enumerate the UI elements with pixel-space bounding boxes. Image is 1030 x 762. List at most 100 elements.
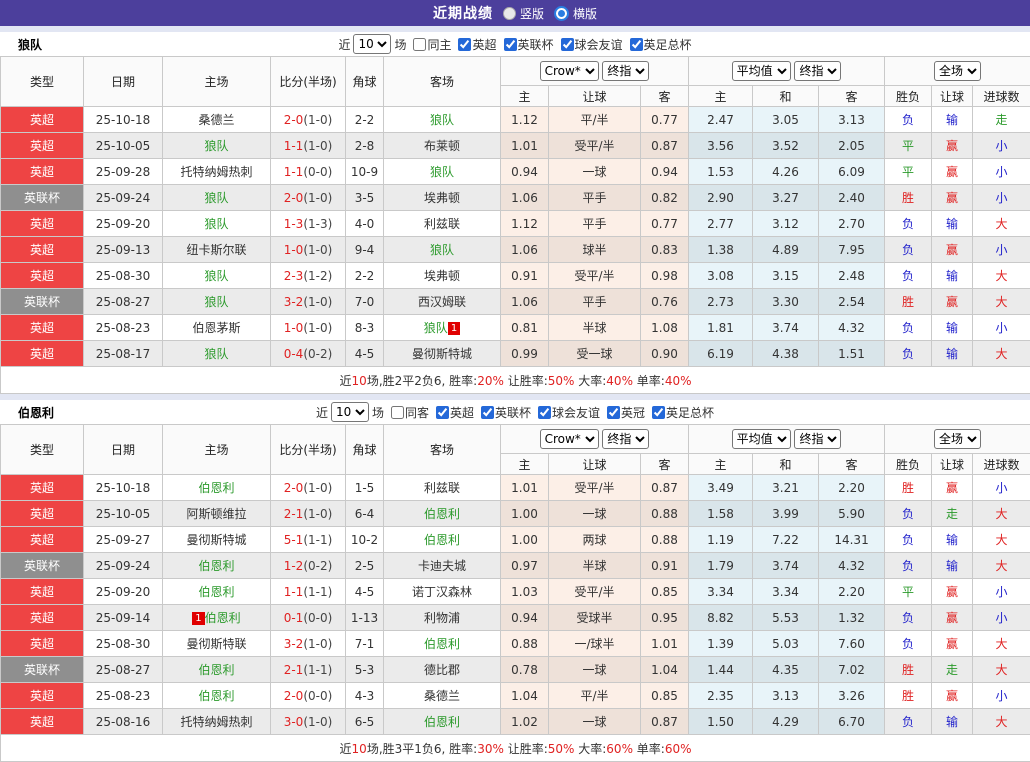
- same-venue-checkbox-label[interactable]: 同主: [409, 36, 451, 53]
- fulltime-score: 3-0: [284, 715, 304, 729]
- layout-radio-horizontal[interactable]: 横版: [554, 5, 597, 22]
- league-checkbox-1[interactable]: [481, 406, 494, 419]
- home-team-name[interactable]: 伯恩利: [198, 663, 234, 677]
- away-team-name[interactable]: 伯恩利: [424, 533, 460, 547]
- match-row: 英联杯25-08-27伯恩利2-1(1-1)5-3德比郡0.78一球1.041.…: [1, 657, 1030, 683]
- results-table: 类型日期主场比分(半场)角球客场Crow* 终指平均值 终指全场主让球客主和客胜…: [0, 424, 1030, 762]
- home-team-name[interactable]: 伯恩利: [198, 559, 234, 573]
- average-odds-cell: 7.02: [819, 657, 885, 683]
- away-team-name[interactable]: 狼队: [430, 243, 454, 257]
- crow-odds-cell: 0.94: [641, 159, 689, 185]
- home-team-name[interactable]: 伯恩利: [198, 689, 234, 703]
- score-cell: 1-2(0-2): [271, 553, 346, 579]
- league-checkbox-4[interactable]: [652, 406, 665, 419]
- average-odds-cell: 6.09: [819, 159, 885, 185]
- away-team-cell: 伯恩利: [384, 631, 501, 657]
- away-team-name[interactable]: 狼队: [430, 113, 454, 127]
- league-checkbox-0-label[interactable]: 英超: [454, 36, 496, 53]
- sub-col-header: 胜负: [885, 454, 932, 475]
- bookmaker-time-select[interactable]: 终指: [602, 61, 649, 81]
- league-checkbox-0-label[interactable]: 英超: [432, 404, 474, 421]
- fulltime-score: 3-2: [284, 295, 304, 309]
- league-checkbox-3-label[interactable]: 英足总杯: [626, 36, 692, 53]
- average-odds-cell: 3.74: [753, 553, 819, 579]
- league-checkbox-3[interactable]: [630, 38, 643, 51]
- home-team-name[interactable]: 伯恩利: [205, 611, 241, 625]
- scope-select[interactable]: 全场: [934, 429, 981, 449]
- match-row: 英超25-10-05阿斯顿维拉2-1(1-0)6-4伯恩利1.00一球0.881…: [1, 501, 1030, 527]
- result-cell: 走: [973, 107, 1030, 133]
- bookmaker-select[interactable]: Crow*: [540, 429, 599, 449]
- home-team-name[interactable]: 狼队: [204, 269, 228, 283]
- away-team-name[interactable]: 伯恩利: [424, 507, 460, 521]
- league-checkbox-1-label[interactable]: 英联杯: [500, 36, 554, 53]
- layout-radio-vertical[interactable]: 竖版: [503, 5, 544, 22]
- league-checkbox-1[interactable]: [504, 38, 517, 51]
- home-team-cell: 狼队: [163, 185, 271, 211]
- home-team-name[interactable]: 伯恩利: [198, 585, 234, 599]
- average-odds-cell: 2.70: [819, 211, 885, 237]
- near-label: 近: [338, 36, 350, 53]
- home-team-name[interactable]: 狼队: [204, 217, 228, 231]
- result-cell: 负: [885, 501, 932, 527]
- score-cell: 0-1(0-0): [271, 605, 346, 631]
- score-cell: 1-0(1-0): [271, 315, 346, 341]
- date-cell: 25-10-18: [84, 107, 163, 133]
- league-checkbox-2[interactable]: [561, 38, 574, 51]
- average-select[interactable]: 平均值: [732, 429, 791, 449]
- average-select[interactable]: 平均值: [732, 61, 791, 81]
- corner-cell: 2-2: [346, 107, 384, 133]
- home-team-name[interactable]: 狼队: [204, 295, 228, 309]
- league-checkbox-2[interactable]: [538, 406, 551, 419]
- league-type-cell: 英超: [1, 315, 84, 341]
- crow-odds-group: Crow* 终指: [501, 57, 689, 86]
- league-checkbox-0[interactable]: [436, 406, 449, 419]
- home-team-name[interactable]: 伯恩利: [198, 481, 234, 495]
- away-team-name[interactable]: 狼队: [430, 165, 454, 179]
- league-checkbox-3-text: 英足总杯: [644, 36, 692, 53]
- away-team-name[interactable]: 伯恩利: [424, 637, 460, 651]
- average-odds-cell: 6.19: [689, 341, 753, 367]
- header-row-groups: 类型日期主场比分(半场)角球客场Crow* 终指平均值 终指全场: [1, 425, 1030, 454]
- average-time-select[interactable]: 终指: [794, 429, 841, 449]
- bookmaker-select[interactable]: Crow*: [540, 61, 599, 81]
- crow-odds-cell: 1.01: [501, 475, 549, 501]
- same-venue-checkbox[interactable]: [391, 406, 404, 419]
- away-team-name[interactable]: 伯恩利: [424, 715, 460, 729]
- corner-cell: 2-2: [346, 263, 384, 289]
- home-team-name: 纽卡斯尔联: [186, 243, 246, 257]
- home-team-name[interactable]: 狼队: [204, 139, 228, 153]
- halftime-score: (1-0): [303, 715, 332, 729]
- home-team-cell: 伯恩利: [163, 579, 271, 605]
- away-team-name[interactable]: 狼队: [424, 321, 448, 335]
- same-venue-checkbox-label[interactable]: 同客: [387, 404, 429, 421]
- halftime-score: (1-0): [303, 243, 332, 257]
- home-team-name[interactable]: 狼队: [204, 191, 228, 205]
- crow-odds-cell: 球半: [549, 237, 641, 263]
- scope-select[interactable]: 全场: [934, 61, 981, 81]
- league-checkbox-4-label[interactable]: 英足总杯: [648, 404, 714, 421]
- same-venue-checkbox[interactable]: [413, 38, 426, 51]
- league-checkbox-2-label[interactable]: 球会友谊: [557, 36, 623, 53]
- league-checkbox-2-label[interactable]: 球会友谊: [534, 404, 600, 421]
- league-checkbox-0[interactable]: [458, 38, 471, 51]
- match-count-select[interactable]: 10: [331, 402, 369, 422]
- date-cell: 25-08-17: [84, 341, 163, 367]
- result-cell: 负: [885, 107, 932, 133]
- sub-col-header: 胜负: [885, 86, 932, 107]
- league-checkbox-1-label[interactable]: 英联杯: [477, 404, 531, 421]
- average-time-select[interactable]: 终指: [794, 61, 841, 81]
- titlebar: 近期战绩 竖版 横版: [0, 0, 1030, 26]
- corner-cell: 4-3: [346, 683, 384, 709]
- bookmaker-time-select[interactable]: 终指: [602, 429, 649, 449]
- league-checkbox-3-label[interactable]: 英冠: [603, 404, 645, 421]
- summary-stat-label: 场,胜2平2负6, 胜率:: [367, 374, 477, 388]
- sub-col-header: 让球: [549, 86, 641, 107]
- corner-cell: 1-13: [346, 605, 384, 631]
- away-team-name: 埃弗顿: [424, 269, 460, 283]
- fulltime-score: 2-0: [284, 113, 304, 127]
- home-team-name[interactable]: 狼队: [204, 347, 228, 361]
- league-type-cell: 英超: [1, 605, 84, 631]
- match-count-select[interactable]: 10: [353, 34, 391, 54]
- league-checkbox-3[interactable]: [607, 406, 620, 419]
